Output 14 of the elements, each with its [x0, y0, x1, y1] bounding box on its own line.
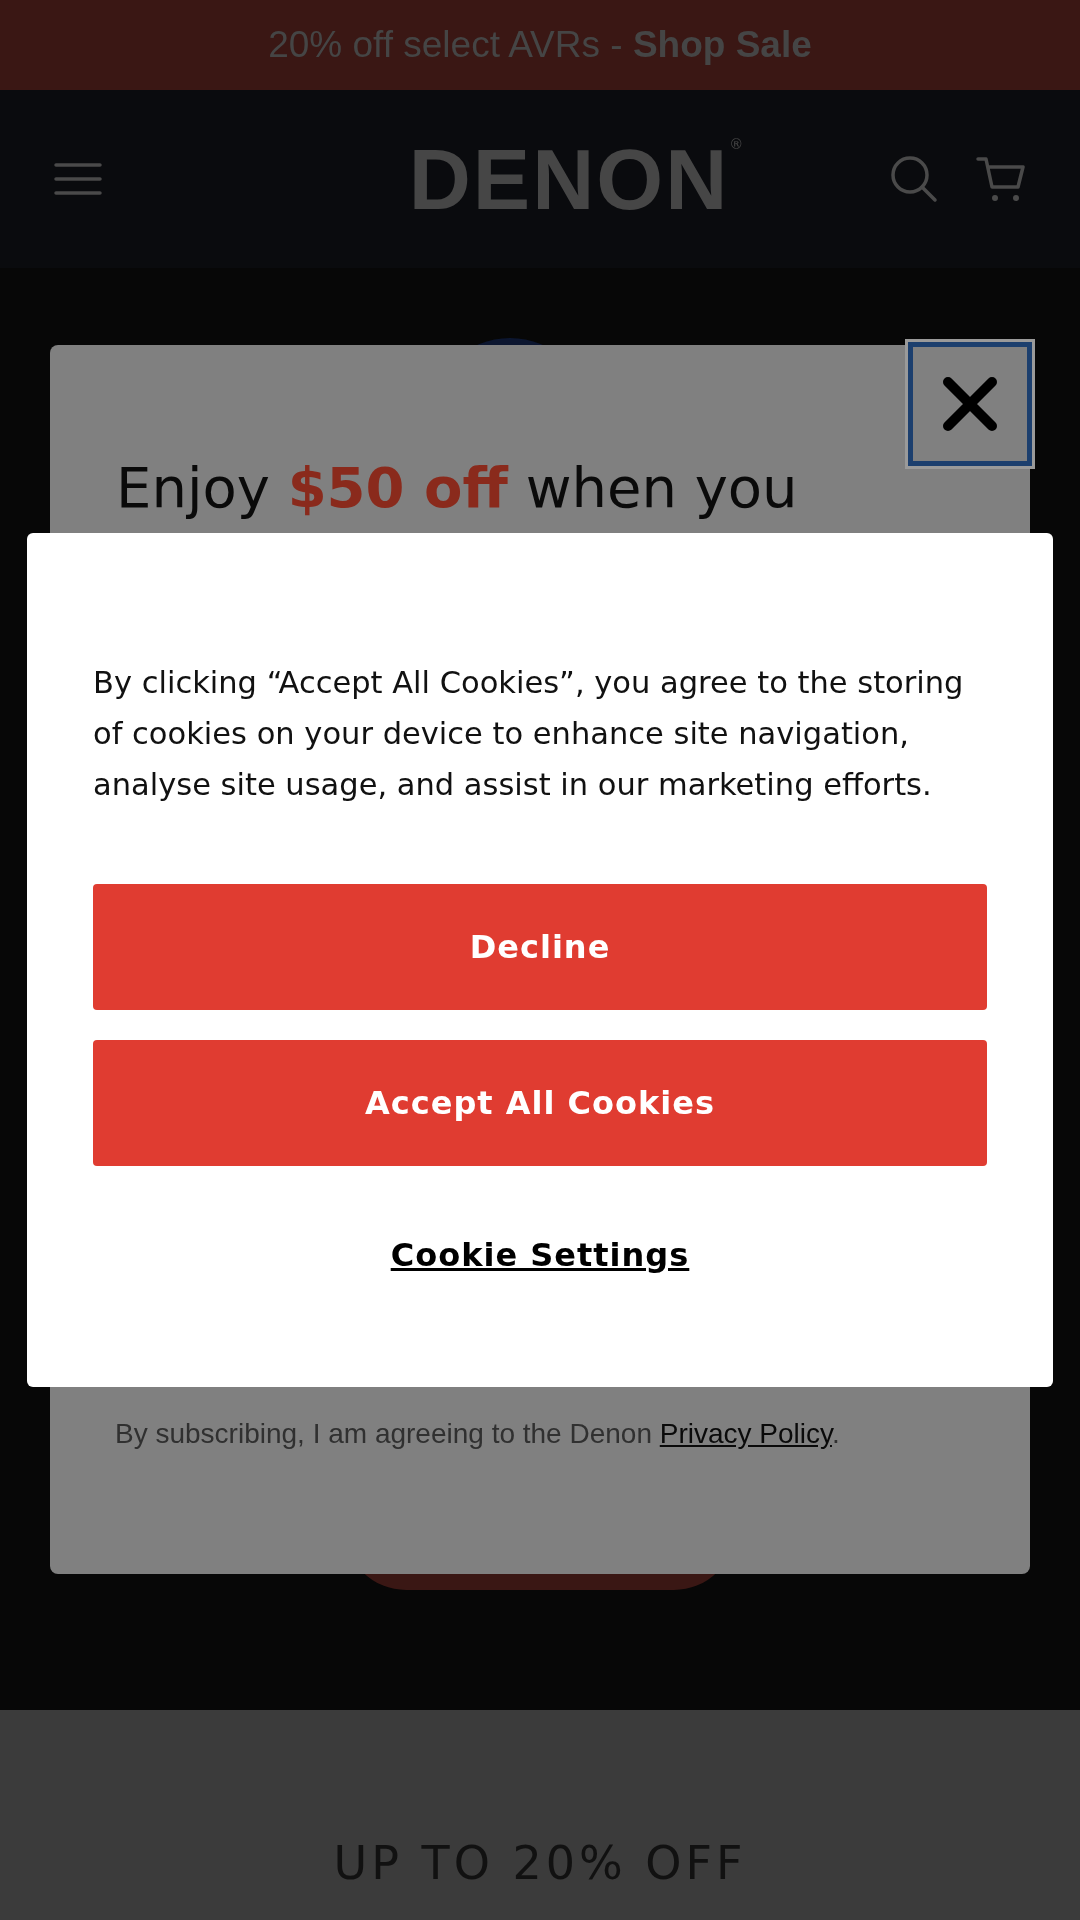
consent-text: By subscribing, I am agreeing to the Denon Privacy Policy.: [115, 1418, 840, 1450]
logo-text: DENON: [408, 136, 730, 222]
privacy-policy-link[interactable]: Privacy Policy: [659, 1418, 832, 1449]
cookie-message: By clicking “Accept All Cookies”, you agree to the storing of cookies on your device to enhance site navigation, analyse site usage, and assist in our marketing efforts.: [93, 664, 965, 804]
newsletter-title: Enjoy $50 off when you: [116, 455, 799, 520]
menu-icon[interactable]: [54, 162, 102, 196]
cookie-button[interactable]: Decline: [93, 884, 987, 1010]
close-icon: [940, 374, 1000, 434]
cookie-settings-link[interactable]: Cookie Settings: [390, 1236, 690, 1274]
registered-mark: ®: [729, 136, 744, 152]
cookie-button[interactable]: Accept All Cookies: [93, 1040, 987, 1166]
cart-icon[interactable]: [976, 155, 1026, 203]
search-icon[interactable]: [890, 155, 938, 203]
close-button[interactable]: [908, 342, 1032, 466]
